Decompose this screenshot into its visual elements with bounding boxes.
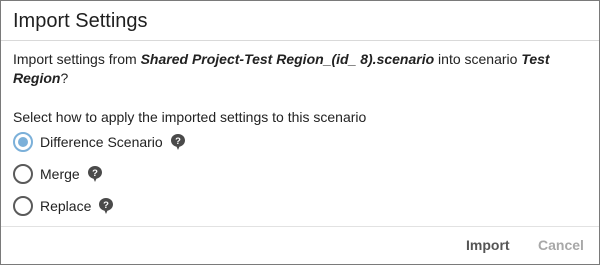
- radio-merge[interactable]: [13, 164, 33, 184]
- dialog-title: Import Settings: [13, 10, 148, 32]
- source-scenario-name: Shared Project-Test Region_(id_ 8).scena…: [140, 51, 435, 67]
- dialog-title-bar: Import Settings: [1, 1, 599, 41]
- message-prefix: Import settings from: [13, 51, 141, 67]
- dialog-body: Import settings from Shared Project-Test…: [1, 41, 599, 226]
- option-label[interactable]: Merge: [40, 165, 80, 184]
- svg-text:?: ?: [175, 136, 181, 147]
- help-icon[interactable]: ?: [87, 165, 103, 183]
- option-replace[interactable]: Replace ?: [13, 194, 114, 218]
- radio-replace[interactable]: [13, 196, 33, 216]
- svg-text:?: ?: [92, 168, 98, 179]
- option-difference-scenario[interactable]: Difference Scenario ?: [13, 130, 186, 154]
- dialog-footer: Import Cancel: [1, 226, 599, 265]
- help-icon[interactable]: ?: [170, 133, 186, 151]
- option-label[interactable]: Replace: [40, 197, 91, 216]
- import-settings-dialog: Import Settings Import settings from Sha…: [0, 0, 600, 265]
- option-label[interactable]: Difference Scenario: [40, 133, 163, 152]
- import-message: Import settings from Shared Project-Test…: [13, 50, 583, 88]
- option-merge[interactable]: Merge ?: [13, 162, 103, 186]
- message-suffix: ?: [60, 70, 69, 86]
- radio-difference-scenario[interactable]: [13, 132, 33, 152]
- svg-text:?: ?: [103, 200, 109, 211]
- message-middle: into scenario: [434, 51, 522, 67]
- help-icon[interactable]: ?: [98, 197, 114, 215]
- cancel-button[interactable]: Cancel: [538, 236, 584, 255]
- instruction-text: Select how to apply the imported setting…: [13, 109, 367, 125]
- import-button[interactable]: Import: [466, 236, 510, 255]
